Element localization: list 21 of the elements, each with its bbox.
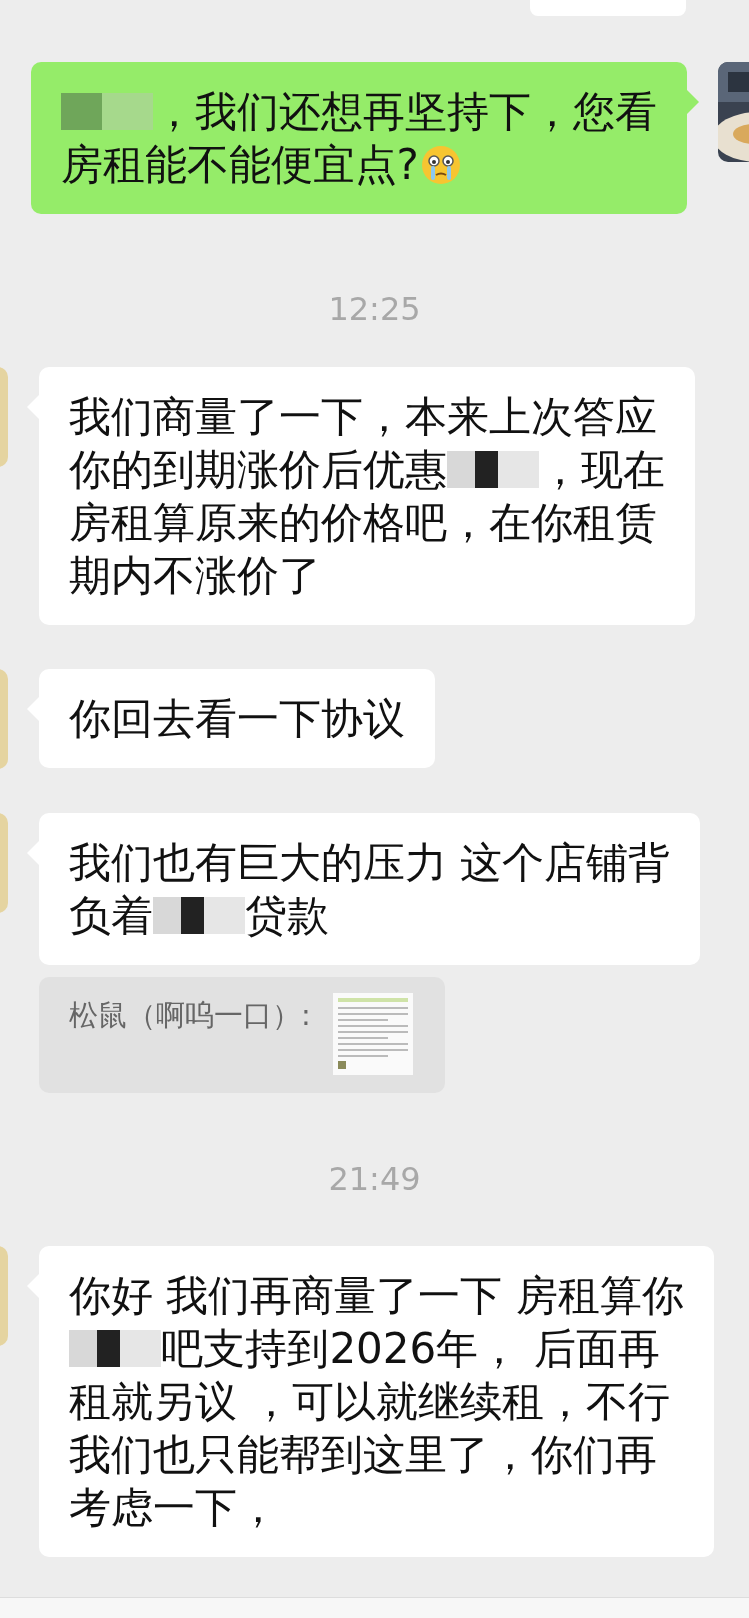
message-text: 我们商量了一下，本来上次答应 [69, 391, 657, 443]
message-text: 贷款 [245, 890, 330, 942]
message-text: 你的到期涨价后优惠 [69, 444, 447, 496]
message-text: 租就另议 ，可以就继续租，不行 [69, 1376, 671, 1428]
quote-text: 松鼠（啊呜一口）: [69, 997, 311, 1034]
timestamp: 21:49 [328, 1159, 421, 1200]
message-text: 你回去看一下协议 [69, 693, 405, 745]
message-text: 负着 [69, 890, 153, 942]
message-text: ，现在 [539, 444, 666, 496]
message-text: 我们也有巨大的压力 这个店铺背 [69, 837, 671, 889]
message-text: 吧支持到2026年， 后面再 [161, 1323, 660, 1375]
quoted-message[interactable]: 松鼠（啊呜一口）: [39, 977, 445, 1093]
message-text: 房租能不能便宜点? [60, 139, 419, 191]
crying-emoji-icon [420, 144, 461, 185]
message-text: ，我们还想再坚持下，您看 [153, 86, 657, 138]
timestamp: 12:25 [328, 289, 421, 330]
message-text: 期内不涨价了 [69, 550, 321, 602]
message-text: 考虑一下， [69, 1482, 279, 1534]
message-text: 我们也只能帮到这里了，你们再 [69, 1429, 657, 1481]
message-text: 你好 我们再商量了一下 房租算你 [69, 1270, 684, 1322]
message-text: 房租算原来的价格吧，在你租赁 [69, 497, 657, 549]
